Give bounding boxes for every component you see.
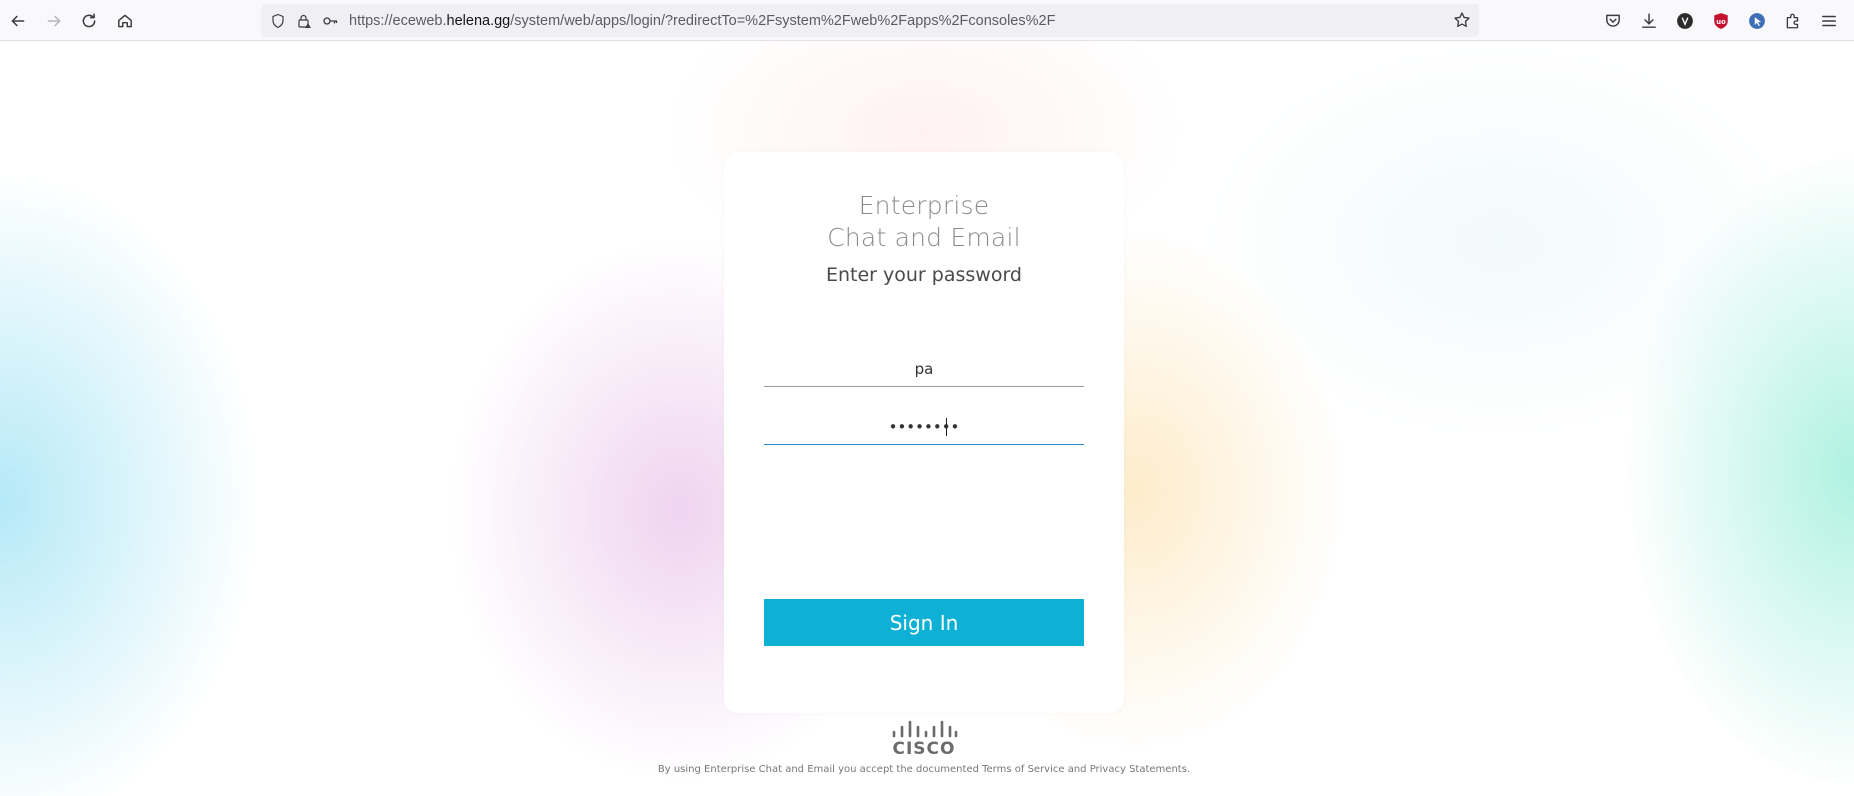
extensions-icon[interactable]: [1780, 8, 1806, 34]
ublock-icon[interactable]: uo: [1708, 8, 1734, 34]
reload-icon[interactable]: [76, 8, 102, 34]
bookmark-star-icon[interactable]: [1453, 11, 1471, 29]
text-caret: [946, 418, 947, 436]
login-card: Enterprise Chat and Email Enter your pas…: [724, 152, 1124, 713]
cisco-logo: CISCO: [890, 720, 958, 760]
home-icon[interactable]: [112, 8, 138, 34]
url-text[interactable]: https://eceweb.helena.gg/system/web/apps…: [349, 13, 1479, 29]
login-page-background: Enterprise Chat and Email Enter your pas…: [0, 41, 1854, 796]
download-icon[interactable]: [1636, 8, 1662, 34]
shield-icon[interactable]: [269, 12, 287, 30]
terms-footer: By using Enterprise Chat and Email you a…: [657, 764, 1191, 775]
lock-icon[interactable]: [295, 12, 313, 30]
username-field[interactable]: [764, 351, 1084, 387]
app-title: Enterprise Chat and Email: [724, 190, 1124, 254]
url-bar[interactable]: https://eceweb.helena.gg/system/web/apps…: [261, 4, 1479, 37]
menu-icon[interactable]: [1816, 8, 1842, 34]
forward-icon[interactable]: [41, 8, 67, 34]
cisco-wordmark: CISCO: [892, 739, 956, 759]
login-subtitle: Enter your password: [825, 264, 1022, 286]
app-title-line2: Chat and Email: [827, 223, 1021, 252]
svg-text:uo: uo: [1716, 18, 1726, 26]
password-field[interactable]: [764, 409, 1084, 445]
browser-toolbar: https://eceweb.helena.gg/system/web/apps…: [0, 0, 1854, 41]
app-title-line1: Enterprise: [858, 191, 990, 220]
key-icon[interactable]: [321, 12, 339, 30]
back-icon[interactable]: [5, 8, 31, 34]
pocket-icon[interactable]: [1600, 8, 1626, 34]
extension-avatar-icon[interactable]: [1672, 8, 1698, 34]
sign-in-button[interactable]: Sign In: [764, 599, 1084, 646]
cisco-bars-icon: [892, 720, 958, 738]
extension-cursor-icon[interactable]: [1744, 8, 1770, 34]
